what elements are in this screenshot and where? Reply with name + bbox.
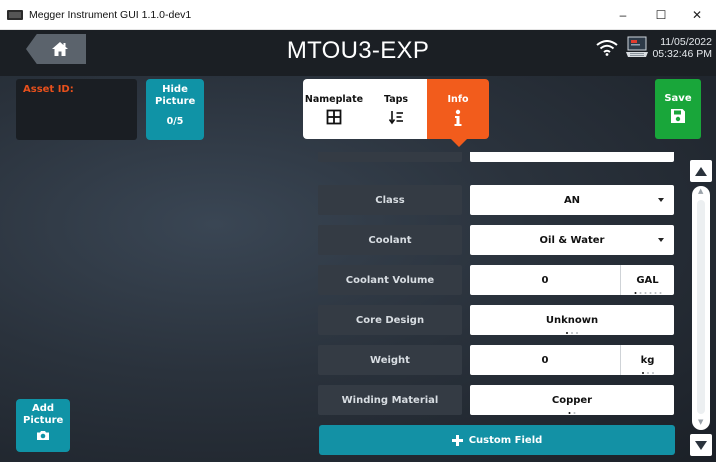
field-value: Unknown — [545, 314, 599, 326]
unit-label: kg — [640, 354, 655, 366]
plus-icon — [451, 434, 463, 446]
app-icon — [7, 9, 23, 20]
weight-unit-selector[interactable]: kg — [620, 345, 674, 375]
tab-taps-label: Taps — [383, 94, 409, 105]
save-label: Save — [664, 93, 692, 104]
maximize-button[interactable]: ☐ — [642, 0, 680, 30]
coolant-volume-unit-selector[interactable]: GAL — [620, 265, 674, 295]
tab-info[interactable]: Info — [427, 79, 489, 147]
scroll-up-button[interactable] — [690, 160, 712, 182]
unit-page-dots — [641, 372, 654, 374]
info-form: Secondary BIL 0kV Class AN Coolant Oil &… — [318, 152, 682, 422]
field-label: Weight — [318, 345, 462, 375]
form-row-secondary-bil: Secondary BIL 0kV — [318, 152, 682, 162]
custom-field-button[interactable]: Custom Field — [319, 425, 675, 455]
laptop-icon — [626, 36, 648, 57]
hide-picture-button[interactable]: Hide Picture 0/5 — [146, 79, 204, 140]
sort-list-icon — [388, 111, 403, 125]
chevron-down-icon — [658, 198, 664, 202]
app-body: MTOU3-EXP 11/05/2022 05:32:46 PM Asset I… — [0, 30, 716, 462]
field-value: Oil & Water — [539, 234, 605, 246]
custom-field-label: Custom Field — [468, 434, 543, 446]
window-titlebar: Megger Instrument GUI 1.1.0-dev1 – ☐ ✕ — [0, 0, 716, 30]
chevron-down-icon: ▼ — [698, 418, 704, 426]
date-text: 11/05/2022 — [660, 36, 712, 48]
info-icon — [454, 109, 462, 126]
camera-icon — [37, 431, 49, 440]
option-page-dots — [566, 332, 578, 334]
class-dropdown[interactable]: AN — [470, 185, 674, 215]
tab-bar: Nameplate Taps Info — [303, 79, 489, 147]
form-row-weight: Weight 0 kg — [318, 345, 682, 375]
add-picture-label: Add Picture — [23, 403, 64, 426]
wifi-icon — [596, 40, 618, 56]
grid-icon — [326, 109, 342, 125]
tab-taps[interactable]: Taps — [365, 79, 427, 139]
field-label: Core Design — [318, 305, 462, 335]
field-label: Class — [318, 185, 462, 215]
save-button[interactable]: Save — [655, 79, 701, 139]
scroll-track[interactable]: ▲ ▼ — [692, 186, 710, 430]
tab-nameplate[interactable]: Nameplate — [303, 79, 365, 139]
asset-id-label: Asset ID: — [23, 84, 74, 95]
triangle-up-icon — [695, 166, 707, 176]
floppy-disk-icon — [671, 109, 685, 123]
coolant-dropdown[interactable]: Oil & Water — [470, 225, 674, 255]
field-label: Secondary BIL — [318, 152, 462, 162]
picture-count: 0/5 — [166, 116, 184, 127]
field-label: Winding Material — [318, 385, 462, 415]
winding-material-selector[interactable]: Copper — [470, 385, 674, 415]
weight-field[interactable]: 0 kg — [470, 345, 674, 375]
field-value: 0kV — [470, 152, 674, 162]
core-design-selector[interactable]: Unknown — [470, 305, 674, 335]
app-header: MTOU3-EXP 11/05/2022 05:32:46 PM — [0, 30, 716, 76]
unit-page-dots — [634, 292, 661, 294]
asset-id-box[interactable]: Asset ID: — [16, 79, 137, 140]
coolant-volume-field[interactable]: 0 GAL — [470, 265, 674, 295]
triangle-down-icon — [695, 440, 707, 450]
form-row-winding-material: Winding Material Copper — [318, 385, 682, 415]
scroll-down-button[interactable] — [690, 434, 712, 456]
form-scrollbar[interactable]: ▲ ▼ — [690, 160, 712, 456]
option-page-dots — [568, 412, 576, 414]
close-button[interactable]: ✕ — [678, 0, 716, 30]
time-text: 05:32:46 PM — [652, 48, 712, 60]
tab-nameplate-label: Nameplate — [304, 94, 364, 105]
field-value: AN — [563, 194, 581, 206]
field-value: Copper — [551, 394, 593, 406]
unit-label: GAL — [636, 274, 659, 286]
clock: 11/05/2022 05:32:46 PM — [652, 36, 712, 60]
chevron-down-icon — [658, 238, 664, 242]
field-label: Coolant — [318, 225, 462, 255]
form-row-coolant-volume: Coolant Volume 0 GAL — [318, 265, 682, 295]
secondary-bil-field[interactable]: 0kV — [470, 152, 674, 162]
add-picture-button[interactable]: Add Picture — [16, 399, 70, 452]
tab-info-label: Info — [447, 94, 469, 105]
field-value: 0 — [541, 354, 549, 366]
form-row-core-design: Core Design Unknown — [318, 305, 682, 335]
chevron-up-icon: ▲ — [698, 187, 704, 195]
hide-picture-label: Hide Picture — [155, 84, 196, 107]
scroll-thumb[interactable] — [697, 200, 705, 414]
field-value: 0 — [541, 274, 549, 286]
window-title: Megger Instrument GUI 1.1.0-dev1 — [29, 8, 192, 21]
field-label: Coolant Volume — [318, 265, 462, 295]
minimize-button[interactable]: – — [604, 0, 642, 30]
form-row-coolant: Coolant Oil & Water — [318, 225, 682, 255]
form-row-class: Class AN — [318, 185, 682, 215]
